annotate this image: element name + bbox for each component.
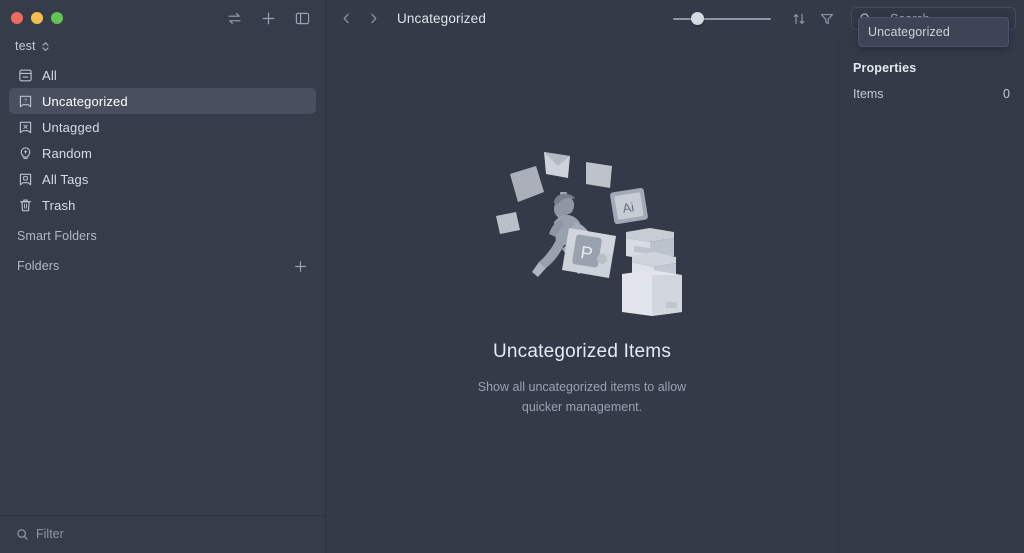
forward-icon[interactable] [367,12,380,25]
x-bookmark-icon [17,119,33,135]
items-canvas: Ai P Uncategorized Items Show all uncate… [326,37,838,553]
sidebar-item-all-tags[interactable]: All Tags [9,166,316,192]
svg-text:Ai: Ai [621,199,635,216]
svg-text:?: ? [24,98,27,104]
sidebar-section-folders[interactable]: Folders [0,254,325,278]
lightbulb-icon [17,145,33,161]
archive-box-icon [17,67,33,83]
funnel-icon[interactable] [817,9,837,29]
filter-placeholder: Filter [36,527,64,541]
sidebar-section-label: Smart Folders [17,229,97,243]
sidebar-toolbar-actions [225,9,315,27]
sidebar-toggle-icon[interactable] [293,9,311,27]
filter-input[interactable]: Filter [8,523,317,545]
minimize-button[interactable] [31,12,43,24]
sync-icon[interactable] [225,9,243,27]
sidebar-item-uncategorized[interactable]: ? Uncategorized [9,88,316,114]
content-area: Ai P Uncategorized Items Show all uncate… [326,37,1024,553]
zoom-slider-track [673,17,771,20]
sidebar-item-random[interactable]: Random [9,140,316,166]
sidebar-item-label: All [42,67,57,83]
tag-bookmark-icon [17,171,33,187]
zoom-slider[interactable] [673,11,771,27]
sidebar-item-label: Trash [42,197,76,213]
sidebar-item-all[interactable]: All [9,62,316,88]
search-suggestion-dropdown[interactable]: Uncategorized [858,17,1009,47]
sidebar-item-label: Random [42,145,93,161]
zoom-slider-knob[interactable] [690,11,704,25]
sidebar-titlebar [0,0,325,36]
add-folder-button[interactable] [293,259,308,274]
empty-state-description: Show all uncategorized items to allow qu… [477,379,687,414]
sidebar-filter-bar: Filter [0,515,325,553]
sidebar-item-label: All Tags [42,171,89,187]
library-name: test [15,39,36,53]
breadcrumb: Uncategorized [397,11,487,26]
sidebar-section-smart-folders[interactable]: Smart Folders [0,224,325,248]
sidebar-item-trash[interactable]: Trash [9,192,316,218]
maximize-button[interactable] [51,12,63,24]
sidebar: test All ? Uncategorized Untagged Random… [0,0,326,553]
question-bookmark-icon: ? [17,93,33,109]
plus-icon[interactable] [259,9,277,27]
close-button[interactable] [11,12,23,24]
library-selector[interactable]: test [0,36,325,60]
search-suggestion-option: Uncategorized [868,25,950,39]
main-area: Uncategorized Ai P Uncategorized Items S… [326,0,1024,553]
chevron-updown-icon [40,40,51,53]
trash-icon [17,197,33,213]
sort-icon[interactable] [789,9,809,29]
traffic-lights [11,12,63,24]
sidebar-item-label: Uncategorized [42,93,128,109]
running-person-with-files-illustration: Ai P [474,144,690,321]
inspector-panel: Properties Items 0 [838,37,1024,553]
app-window: test All ? Uncategorized Untagged Random… [0,0,1024,553]
search-icon [16,528,29,541]
back-icon[interactable] [340,12,353,25]
sidebar-nav-list: All ? Uncategorized Untagged Random All … [0,60,325,218]
properties-heading: Properties [853,61,917,75]
property-row-items: Items 0 [853,85,1010,103]
sidebar-item-untagged[interactable]: Untagged [9,114,316,140]
empty-state-title: Uncategorized Items [492,340,672,362]
sidebar-section-label: Folders [17,259,60,273]
property-label: Items [853,87,884,101]
property-value: 0 [1003,87,1010,101]
nav-arrows [340,12,380,25]
sidebar-item-label: Untagged [42,119,100,135]
